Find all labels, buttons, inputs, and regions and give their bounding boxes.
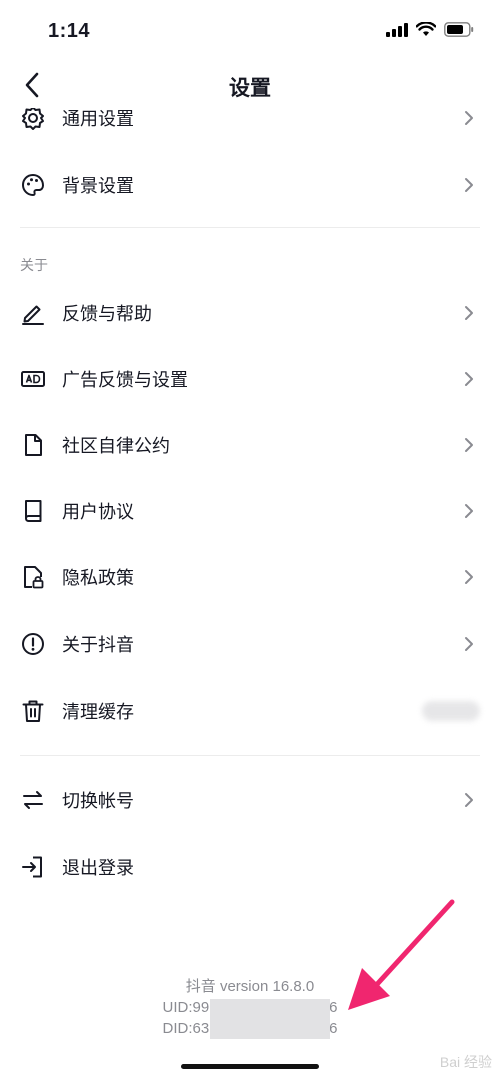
status-icons: [386, 22, 474, 37]
section-header-about: 关于: [20, 257, 48, 273]
row-privacy-policy[interactable]: 隐私政策: [0, 544, 500, 610]
row-label: 通用设置: [62, 109, 134, 129]
nav-bar: 设置: [0, 62, 500, 108]
wifi-icon: [416, 22, 436, 36]
document-icon: [25, 434, 42, 456]
row-switch-account[interactable]: 切换帐号: [0, 767, 500, 833]
row-general-settings[interactable]: 通用设置: [0, 108, 500, 138]
pencil-icon: [22, 305, 44, 325]
row-label: 切换帐号: [62, 791, 134, 811]
chevron-right-icon: [465, 504, 473, 518]
did-suffix: 6: [329, 1020, 338, 1037]
row-label: 反馈与帮助: [62, 304, 152, 324]
chevron-right-icon: [465, 570, 473, 584]
chevron-right-icon: [465, 793, 473, 807]
logout-icon: [22, 856, 42, 878]
row-ad-feedback-settings[interactable]: 广告反馈与设置: [0, 346, 500, 412]
status-time: 1:14: [48, 20, 91, 42]
page-title: 设置: [229, 77, 271, 100]
chevron-right-icon: [465, 637, 473, 651]
row-label: 隐私政策: [62, 568, 134, 588]
row-community-guidelines[interactable]: 社区自律公约: [0, 412, 500, 478]
row-label: 清理缓存: [62, 702, 134, 722]
row-label: 广告反馈与设置: [62, 370, 188, 390]
row-clear-cache[interactable]: 清理缓存: [0, 678, 500, 744]
redaction-block: [210, 999, 330, 1039]
row-user-agreement[interactable]: 用户协议: [0, 478, 500, 544]
battery-icon: [444, 22, 474, 37]
row-logout[interactable]: 退出登录: [0, 834, 500, 900]
uid-prefix: UID:99: [162, 999, 210, 1016]
chevron-right-icon: [465, 372, 473, 386]
row-feedback-help[interactable]: 反馈与帮助: [0, 280, 500, 346]
annotation-arrow-icon: [348, 899, 455, 1010]
row-about-douyin[interactable]: 关于抖音: [0, 611, 500, 677]
chevron-right-icon: [465, 438, 473, 452]
lock-file-icon: [24, 566, 44, 589]
watermark: Bai 经验: [439, 1054, 492, 1070]
book-icon: [25, 500, 42, 522]
uid-suffix: 6: [329, 999, 338, 1016]
swap-icon: [23, 791, 43, 809]
status-bar: 1:14: [0, 0, 500, 62]
divider: [20, 227, 480, 228]
did-prefix: DID:63: [162, 1020, 210, 1037]
chevron-right-icon: [465, 178, 473, 192]
home-indicator: [181, 1064, 319, 1069]
trash-icon: [22, 700, 44, 722]
ad-icon: [21, 371, 45, 387]
cache-size-blurred: [422, 701, 480, 721]
row-label: 背景设置: [62, 176, 134, 196]
cellular-signal-icon: [386, 22, 408, 37]
info-icon: [22, 633, 44, 655]
chevron-right-icon: [465, 111, 473, 125]
row-label: 退出登录: [62, 858, 134, 878]
gear-icon: [22, 108, 44, 130]
row-label: 用户协议: [62, 502, 134, 522]
palette-icon: [21, 173, 45, 197]
row-background-settings[interactable]: 背景设置: [0, 152, 500, 218]
chevron-right-icon: [465, 306, 473, 320]
divider: [20, 755, 480, 756]
row-label: 社区自律公约: [62, 436, 170, 456]
row-label: 关于抖音: [62, 635, 134, 655]
